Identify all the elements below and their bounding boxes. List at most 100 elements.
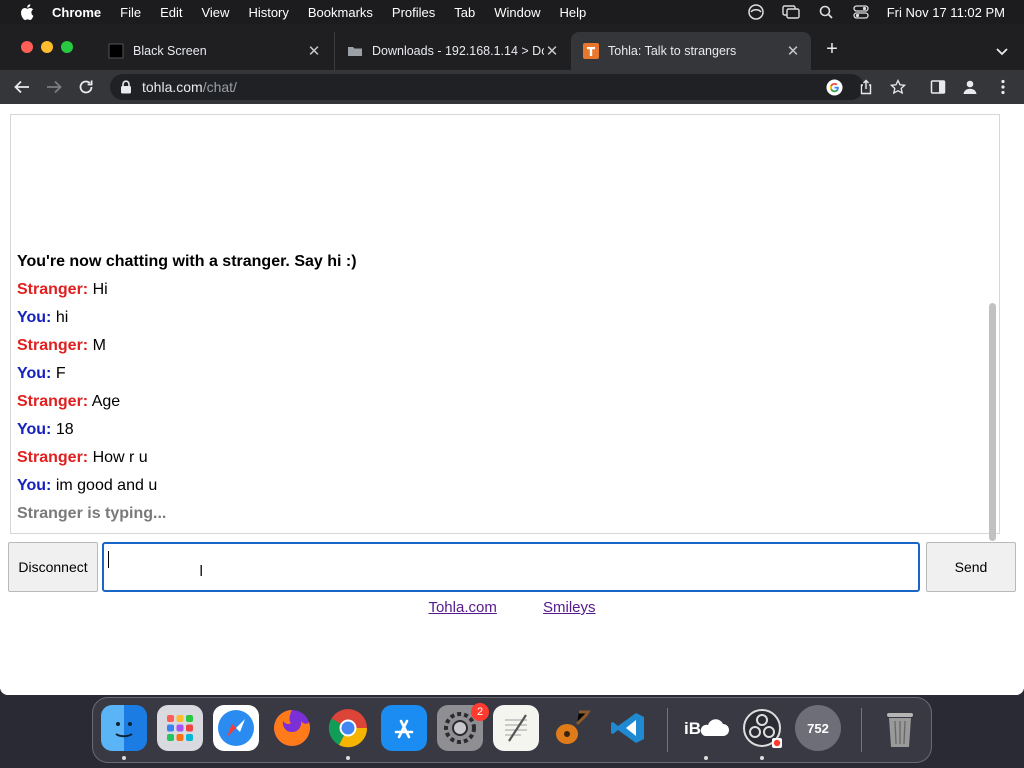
textedit-icon[interactable] [493,705,539,751]
message-text: M [92,337,106,354]
menu-tab[interactable]: Tab [454,5,475,20]
share-icon[interactable] [857,78,875,96]
app-store-icon[interactable] [381,705,427,751]
browser-toolbar: tohla.com/chat/ [0,70,1024,104]
creative-cloud-icon[interactable] [747,4,765,20]
disconnect-button[interactable]: Disconnect [8,542,98,592]
black-square-favicon-icon [108,43,124,59]
safari-icon[interactable] [213,705,259,751]
dock-separator [667,708,668,752]
running-indicator [346,756,350,760]
notification-badge: 2 [471,703,489,721]
message-text: How r u [92,449,148,466]
message-input[interactable]: I [102,542,920,592]
counter-app-icon[interactable]: 752 [795,705,841,751]
tab-search-chevron-down-icon[interactable] [994,43,1010,59]
forward-arrow-icon[interactable] [44,77,64,97]
menu-bookmarks[interactable]: Bookmarks [308,5,373,20]
message-text: hi [55,309,69,326]
fullscreen-window-button[interactable] [61,41,73,53]
you-label: You: [17,477,52,494]
spotlight-search-icon[interactable] [817,4,835,20]
close-window-button[interactable] [21,41,33,53]
chrome-icon[interactable] [325,705,371,751]
you-label: You: [17,365,52,382]
menu-app-name[interactable]: Chrome [52,5,101,20]
dock: 2 iB 752 [92,697,932,763]
address-bar[interactable]: tohla.com/chat/ [110,74,864,100]
stranger-label: Stranger: [17,393,89,410]
vscode-icon[interactable] [605,705,651,751]
minimize-window-button[interactable] [41,41,53,53]
icloud-icon[interactable]: iB [683,705,729,751]
message-text: Hi [92,281,108,298]
menu-file[interactable]: File [120,5,141,20]
chat-scrollbar[interactable] [989,303,996,541]
tab-title: Downloads - 192.168.1.14 > Do [372,44,544,58]
smileys-link[interactable]: Smileys [543,599,596,616]
garageband-guitar-icon[interactable] [549,705,595,751]
chat-log-panel[interactable]: You're now chatting with a stranger. Say… [10,114,1000,541]
bookmark-star-icon[interactable] [889,78,907,96]
tab-downloads[interactable]: Downloads - 192.168.1.14 > Do ✕ [334,32,570,70]
launchpad-icon[interactable] [157,705,203,751]
menu-profiles[interactable]: Profiles [392,5,435,20]
close-tab-icon[interactable]: ✕ [306,43,322,60]
message-text: F [55,365,66,382]
menu-view[interactable]: View [201,5,229,20]
firefox-icon[interactable] [269,705,315,751]
chat-message: Stranger: M [17,332,357,360]
you-label: You: [17,309,52,326]
obs-icon[interactable] [739,705,785,751]
apple-icon[interactable] [20,4,34,20]
chat-message: You: hi [17,304,357,332]
back-arrow-icon[interactable] [12,77,32,97]
more-menu-icon[interactable] [994,78,1012,96]
tab-tohla-active[interactable]: Tohla: Talk to strangers ✕ [571,32,811,70]
menubar-clock[interactable]: Fri Nov 17 11:02 PM [887,5,1005,20]
screen-mirroring-icon[interactable] [782,4,800,20]
send-button[interactable]: Send [926,542,1016,592]
url-path: /chat/ [202,79,237,95]
svg-text:iB: iB [684,719,701,738]
trash-icon[interactable] [877,705,923,751]
google-icon[interactable] [825,78,843,96]
running-indicator [122,756,126,760]
message-text: im good and u [55,477,158,494]
folder-icon [347,43,363,59]
page-content: You're now chatting with a stranger. Say… [0,104,1024,695]
running-indicator [704,756,708,760]
running-indicator [760,756,764,760]
chat-message: You: im good and u [17,472,357,500]
close-tab-icon[interactable]: ✕ [785,43,801,60]
close-tab-icon[interactable]: ✕ [544,43,560,60]
system-preferences-gear-icon[interactable]: 2 [437,703,489,751]
chat-message: Stranger: Hi [17,276,357,304]
profile-avatar-icon[interactable] [961,78,979,96]
counter-app-label: 752 [807,720,829,736]
dock-separator [861,708,862,752]
footer-links: Tohla.com Smileys [0,599,1024,616]
menu-window[interactable]: Window [494,5,540,20]
text-caret [108,551,109,568]
menu-bar: Chrome File Edit View History Bookmarks … [0,0,1024,24]
lock-icon[interactable] [120,80,132,94]
browser-window: Black Screen ✕ Downloads - 192.168.1.14 … [0,24,1024,695]
new-tab-icon[interactable]: + [822,39,842,60]
ibeam-cursor-icon: I [199,563,204,580]
message-text: 18 [55,421,74,438]
menu-help[interactable]: Help [560,5,587,20]
control-center-icon[interactable] [852,4,870,20]
finder-icon[interactable] [101,705,147,751]
you-label: You: [17,421,52,438]
tohla-home-link[interactable]: Tohla.com [428,599,496,616]
tab-black-screen[interactable]: Black Screen ✕ [96,32,332,70]
reload-icon[interactable] [76,77,96,97]
menu-history[interactable]: History [248,5,288,20]
chat-message: You: 18 [17,416,357,444]
stranger-label: Stranger: [17,281,89,298]
side-panel-icon[interactable] [929,78,947,96]
chat-message: Stranger: Age [17,388,357,416]
menu-edit[interactable]: Edit [160,5,182,20]
url-host: tohla.com [142,79,203,95]
